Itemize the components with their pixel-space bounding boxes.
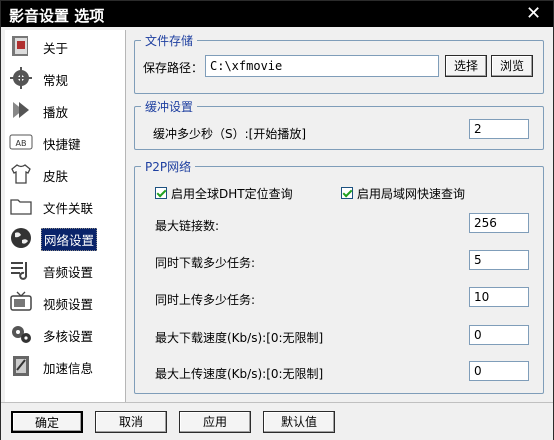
download-tasks-label: 同时下载多少任务: bbox=[155, 256, 256, 270]
buffer-seconds-input[interactable] bbox=[469, 119, 529, 139]
svg-text:AB: AB bbox=[16, 139, 27, 148]
sidebar-item-label: 加速信息 bbox=[43, 361, 94, 376]
folder-icon bbox=[10, 199, 32, 215]
file-storage-group: 文件存储 保存路径： 选择 浏览 bbox=[134, 32, 544, 94]
cancel-button[interactable]: 取消 bbox=[95, 411, 167, 433]
apply-button[interactable]: 应用 bbox=[179, 411, 251, 433]
upload-tasks-input[interactable] bbox=[469, 287, 529, 307]
window-title: 影音设置 选项 bbox=[9, 7, 105, 25]
accel-icon bbox=[13, 356, 29, 376]
sidebar: 关于 常规 播放 AB 快捷键 皮肤 文件关联 网络设置 音频设置 视频设置 多… bbox=[5, 30, 126, 402]
lan-checkbox[interactable] bbox=[341, 187, 353, 199]
group-title: 文件存储 bbox=[141, 32, 198, 49]
settings-window: 影音设置 选项 ✕ 关于 常规 播放 AB 快捷键 皮肤 文件关联 网络设置 音… bbox=[0, 0, 554, 440]
max-upload-label: 最大上传速度(Kb/s):[0:无限制] bbox=[155, 367, 324, 381]
play-icon bbox=[13, 102, 29, 118]
lan-label: 启用局域网快速查询 bbox=[357, 187, 466, 201]
keyboard-icon: AB bbox=[9, 134, 33, 150]
sidebar-item-video[interactable]: 视频设置 bbox=[5, 288, 125, 316]
download-tasks-input[interactable] bbox=[469, 250, 529, 270]
max-download-label: 最大下载速度(Kb/s):[0:无限制] bbox=[155, 331, 324, 345]
sidebar-item-network[interactable]: 网络设置 bbox=[5, 224, 125, 252]
p2p-group: P2P网络 启用全球DHT定位查询 启用局域网快速查询 最大链接数: 同时下载多… bbox=[134, 158, 544, 394]
audio-icon bbox=[11, 262, 28, 280]
sidebar-item-label: 常规 bbox=[43, 73, 69, 88]
browse-button[interactable]: 浏览 bbox=[491, 55, 533, 77]
shirt-icon bbox=[11, 164, 31, 184]
multicore-icon bbox=[12, 326, 31, 343]
sidebar-item-accel[interactable]: 加速信息 bbox=[5, 352, 125, 380]
dht-label: 启用全球DHT定位查询 bbox=[171, 187, 293, 201]
sidebar-item-label: 皮肤 bbox=[43, 169, 69, 184]
upload-tasks-label: 同时上传多少任务: bbox=[155, 293, 256, 307]
group-title: 缓冲设置 bbox=[141, 98, 198, 115]
save-path-label: 保存路径： bbox=[143, 61, 204, 75]
sidebar-item-label: 快捷键 bbox=[43, 137, 81, 152]
ok-button[interactable]: 确定 bbox=[11, 411, 83, 433]
sidebar-item-playback[interactable]: 播放 bbox=[5, 96, 125, 124]
sidebar-item-label: 音频设置 bbox=[43, 265, 94, 280]
tv-icon bbox=[10, 291, 32, 311]
sidebar-item-label: 网络设置 bbox=[41, 228, 98, 251]
max-links-label: 最大链接数: bbox=[155, 219, 220, 233]
close-icon[interactable]: ✕ bbox=[526, 3, 541, 24]
sidebar-item-label: 多核设置 bbox=[43, 329, 94, 344]
dialog-footer: 确定 取消 应用 默认值 bbox=[1, 402, 553, 440]
sidebar-item-file-assoc[interactable]: 文件关联 bbox=[5, 192, 125, 220]
choose-button[interactable]: 选择 bbox=[445, 55, 487, 77]
title-bar[interactable]: 影音设置 选项 ✕ bbox=[1, 1, 553, 27]
max-download-input[interactable] bbox=[469, 325, 529, 345]
max-upload-input[interactable] bbox=[469, 361, 529, 381]
dht-checkbox[interactable] bbox=[155, 187, 167, 199]
buffer-seconds-label: 缓冲多少秒（S）:[开始播放] bbox=[153, 127, 307, 141]
save-path-input[interactable] bbox=[205, 55, 439, 77]
about-icon bbox=[12, 36, 28, 56]
sidebar-item-label: 视频设置 bbox=[43, 297, 94, 312]
sidebar-item-general[interactable]: 常规 bbox=[5, 64, 125, 92]
max-links-input[interactable] bbox=[469, 213, 529, 233]
gear-icon bbox=[10, 67, 32, 89]
sidebar-item-audio[interactable]: 音频设置 bbox=[5, 256, 125, 284]
sidebar-item-label: 文件关联 bbox=[43, 201, 94, 216]
sidebar-item-label: 关于 bbox=[43, 41, 69, 56]
default-button[interactable]: 默认值 bbox=[263, 411, 335, 433]
buffer-group: 缓冲设置 缓冲多少秒（S）:[开始播放] bbox=[134, 98, 544, 150]
sidebar-item-label: 播放 bbox=[43, 105, 69, 120]
sidebar-item-multicore[interactable]: 多核设置 bbox=[5, 320, 125, 348]
sidebar-item-about[interactable]: 关于 bbox=[5, 32, 125, 60]
settings-panel: 文件存储 保存路径： 选择 浏览 缓冲设置 缓冲多少秒（S）:[开始播放] P2… bbox=[128, 30, 550, 402]
sidebar-item-hotkeys[interactable]: AB 快捷键 bbox=[5, 128, 125, 156]
group-title: P2P网络 bbox=[141, 158, 196, 175]
sidebar-item-skin[interactable]: 皮肤 bbox=[5, 160, 125, 188]
globe-icon bbox=[11, 228, 31, 248]
